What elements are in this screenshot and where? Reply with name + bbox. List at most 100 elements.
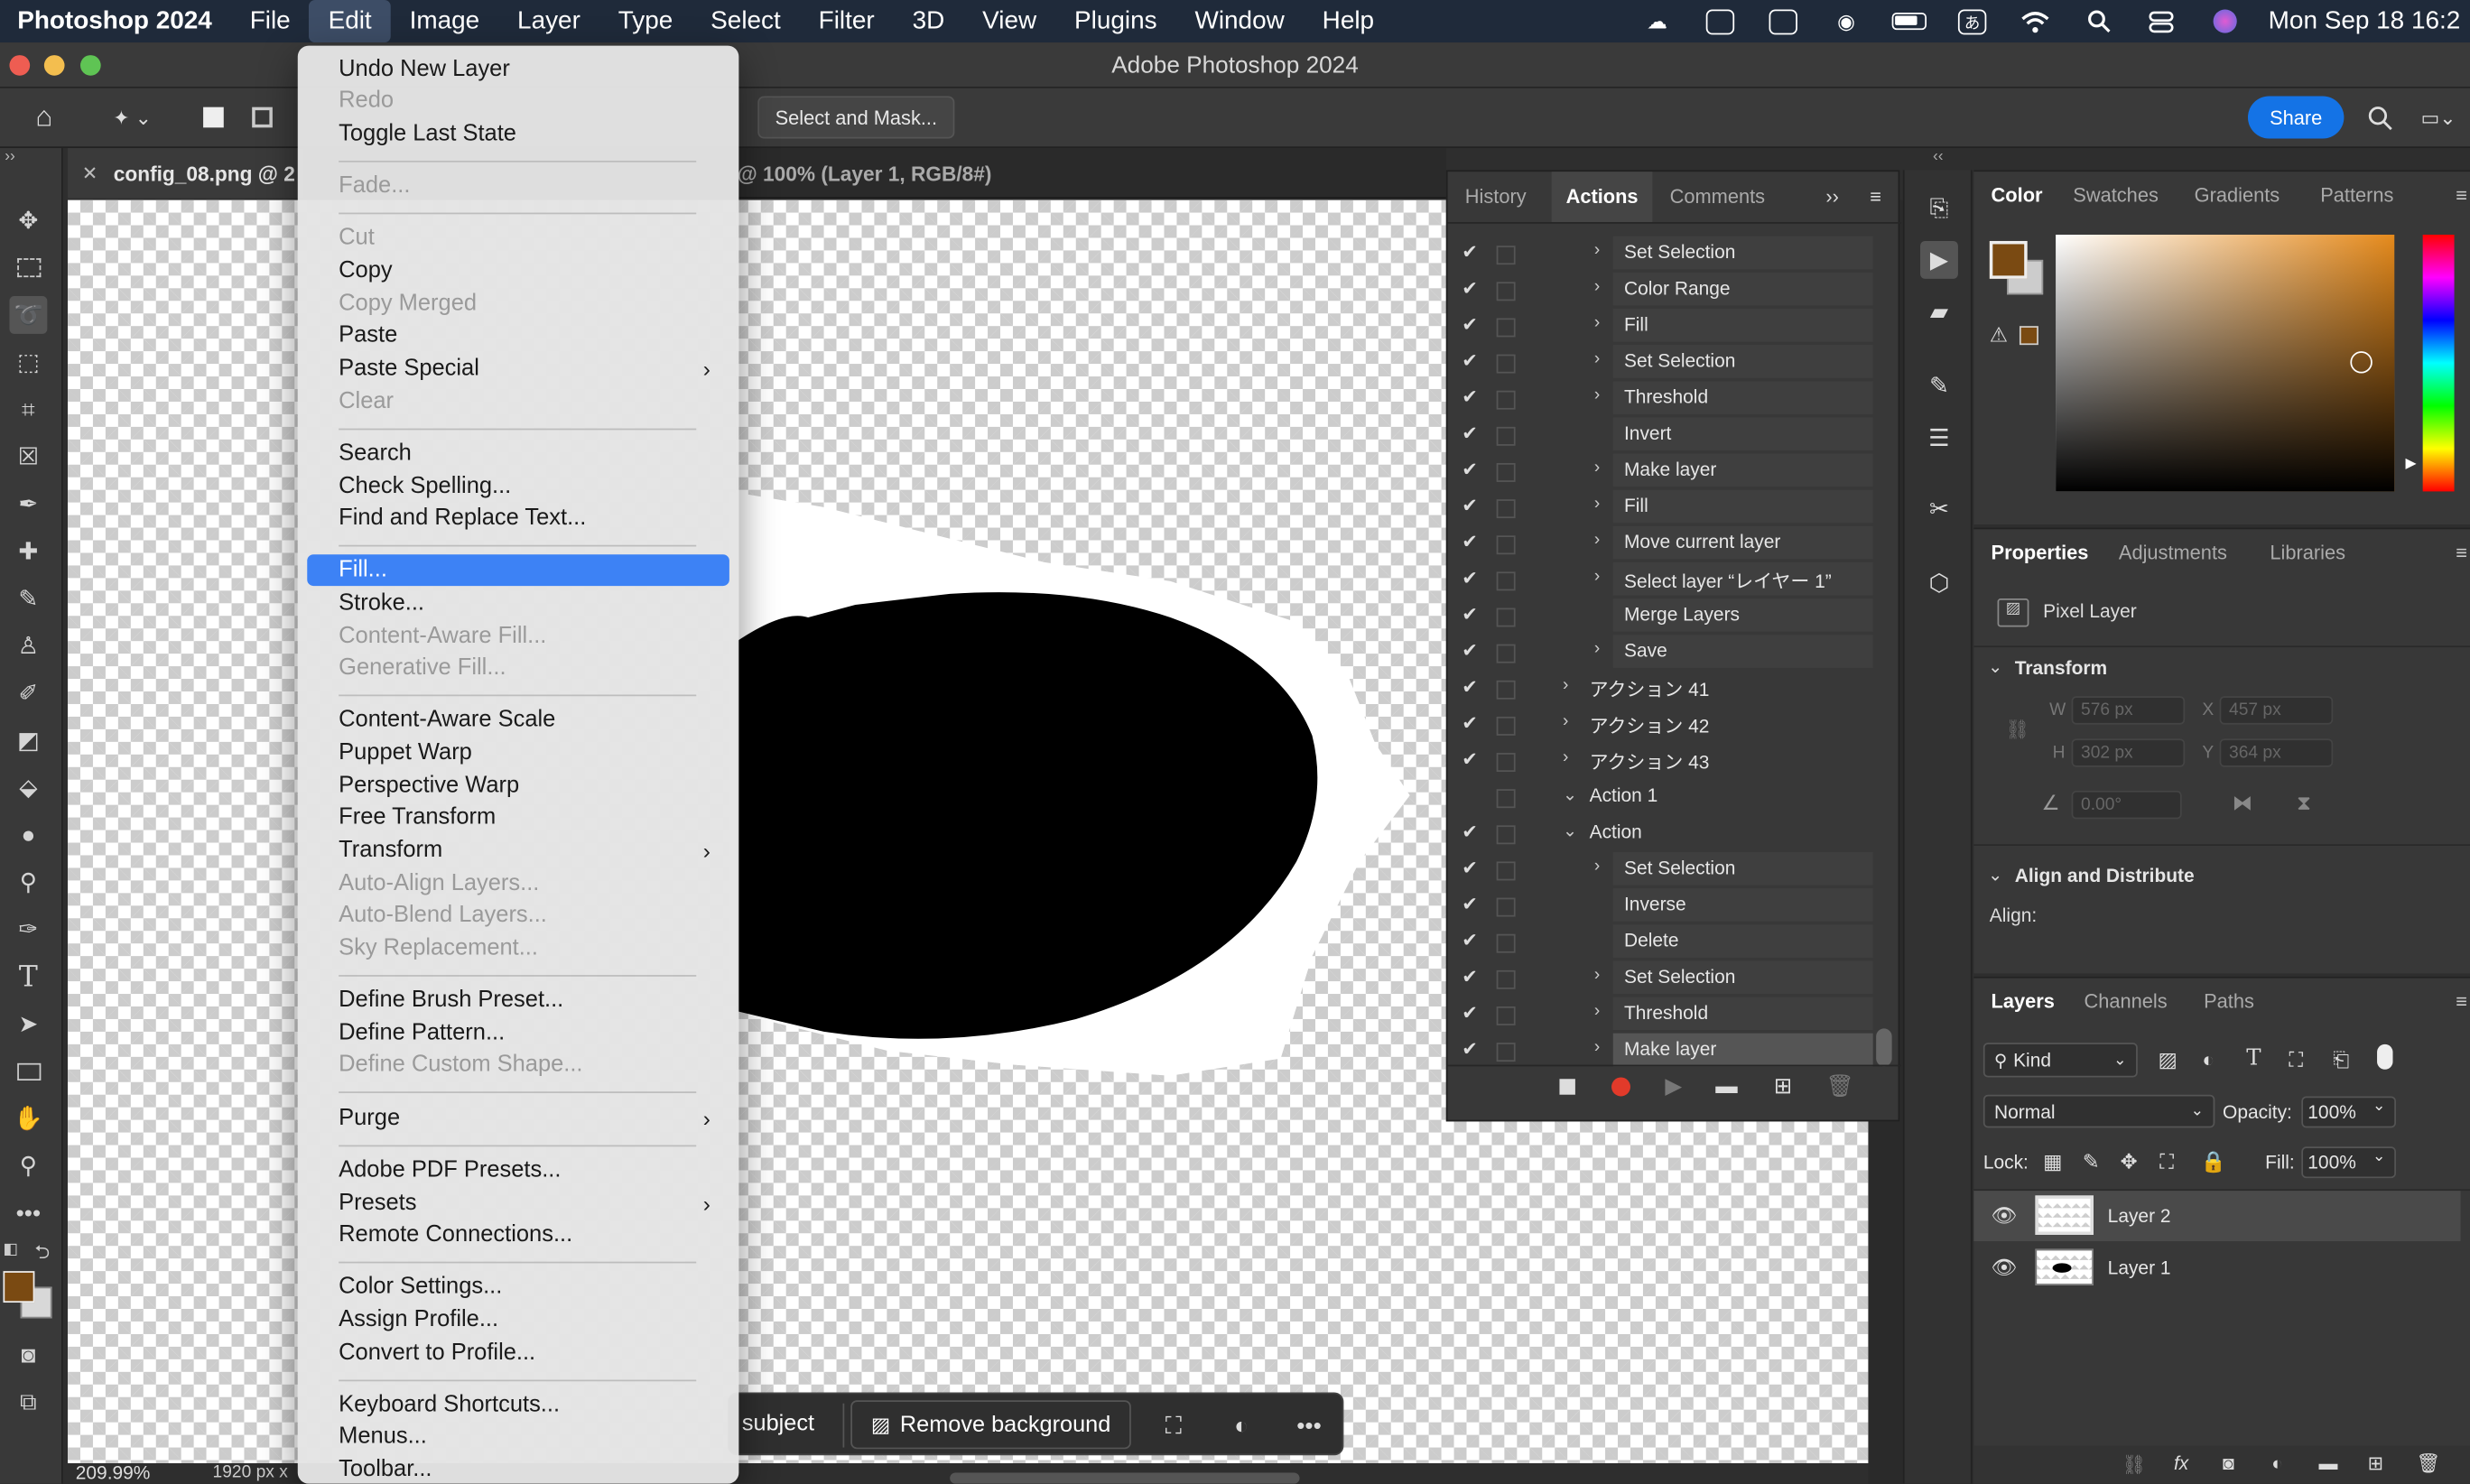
visibility-eye-icon[interactable]: 👁 bbox=[1992, 1256, 2018, 1281]
menu-view[interactable]: View bbox=[963, 0, 1055, 42]
panel-menu-icon[interactable]: ≡ bbox=[1870, 172, 1881, 222]
lock-transparent-icon[interactable]: ▦ bbox=[2043, 1150, 2062, 1175]
menu-file[interactable]: File bbox=[231, 0, 310, 42]
edit-menu-item[interactable]: Keyboard Shortcuts... bbox=[307, 1389, 729, 1421]
action-row[interactable]: ✔ › Select layer “レイヤー 1” bbox=[1448, 561, 1873, 598]
action-row[interactable]: ✔ › Move current layer bbox=[1448, 525, 1873, 562]
filter-type-icon[interactable]: T bbox=[2246, 1046, 2261, 1071]
edit-menu-item[interactable]: Define Pattern... bbox=[307, 1017, 729, 1049]
action-enabled-check-icon[interactable]: ✔ bbox=[1462, 639, 1483, 661]
battery-icon[interactable] bbox=[1891, 9, 1927, 34]
tools-strip-icon[interactable]: ✂ bbox=[1920, 490, 1958, 528]
dialog-toggle-box[interactable] bbox=[1496, 969, 1516, 989]
filter-toggle-icon[interactable] bbox=[2377, 1043, 2393, 1070]
color-picker-cursor[interactable] bbox=[2350, 351, 2372, 374]
panel-menu-icon[interactable]: ≡ bbox=[2456, 979, 2467, 1025]
action-enabled-check-icon[interactable]: ✔ bbox=[1462, 531, 1483, 552]
adjustment-icon[interactable]: ◐ bbox=[1222, 1406, 1260, 1444]
menu-image[interactable]: Image bbox=[391, 0, 498, 42]
x-field[interactable]: 457 px bbox=[2219, 696, 2334, 725]
tab-color[interactable]: Color bbox=[1992, 172, 2043, 218]
height-field[interactable]: 302 px bbox=[2071, 738, 2186, 767]
add-mask-icon[interactable]: ◙ bbox=[2223, 1452, 2234, 1474]
foreground-color-swatch[interactable] bbox=[3, 1271, 35, 1303]
dialog-toggle-box[interactable] bbox=[1496, 608, 1516, 627]
action-enabled-check-icon[interactable]: ✔ bbox=[1462, 821, 1483, 842]
action-enabled-check-icon[interactable]: ✔ bbox=[1462, 386, 1483, 408]
action-enabled-check-icon[interactable]: ✔ bbox=[1462, 277, 1483, 299]
history-brush-tool-icon[interactable]: ✐ bbox=[9, 674, 47, 712]
blur-tool-icon[interactable]: ● bbox=[9, 816, 47, 854]
dialog-toggle-box[interactable] bbox=[1496, 571, 1516, 591]
layer-name[interactable]: Layer 1 bbox=[2108, 1257, 2171, 1278]
edit-menu-item[interactable]: Toggle Last State bbox=[307, 118, 729, 150]
screen-share-icon[interactable] bbox=[1703, 8, 1737, 34]
action-enabled-check-icon[interactable]: ✔ bbox=[1462, 313, 1483, 335]
fx-icon[interactable]: fx bbox=[2174, 1452, 2188, 1474]
hue-slider[interactable] bbox=[2422, 234, 2455, 492]
eraser-tool-icon[interactable]: ◩ bbox=[9, 721, 47, 759]
edit-menu-item[interactable]: Define Brush Preset... bbox=[307, 985, 729, 1016]
select-and-mask-button[interactable]: Select and Mask... bbox=[757, 96, 955, 139]
expand-chevron-icon[interactable]: › bbox=[1594, 349, 1600, 368]
menubar-clock[interactable]: Mon Sep 18 16:2 bbox=[2269, 7, 2470, 35]
delete-layer-icon[interactable]: 🗑 bbox=[2417, 1452, 2441, 1474]
dialog-toggle-box[interactable] bbox=[1496, 680, 1516, 700]
comments-panel-icon[interactable]: ▰ bbox=[1920, 293, 1958, 331]
screen-mode-icon[interactable]: ⧉ bbox=[9, 1383, 47, 1421]
brush-settings-icon[interactable]: ✎ bbox=[1920, 367, 1958, 405]
dialog-toggle-box[interactable] bbox=[1496, 861, 1516, 881]
close-tab-icon[interactable]: ✕ bbox=[82, 162, 98, 184]
tab-libraries[interactable]: Libraries bbox=[2270, 529, 2345, 576]
edit-menu-item[interactable]: Paste Special › bbox=[307, 353, 729, 385]
layer-row-layer-2[interactable]: 👁 Layer 2 bbox=[1973, 1191, 2461, 1241]
action-enabled-check-icon[interactable]: ✔ bbox=[1462, 893, 1483, 914]
search-icon[interactable] bbox=[2363, 96, 2397, 138]
action-row[interactable]: ✔ Merge Layers bbox=[1448, 598, 1873, 635]
menu-3d[interactable]: 3D bbox=[894, 0, 964, 42]
expand-chevron-icon[interactable]: › bbox=[1563, 712, 1568, 731]
lock-image-icon[interactable]: ✎ bbox=[2083, 1150, 2100, 1175]
edit-menu-item[interactable]: Assign Profile... bbox=[307, 1304, 729, 1336]
dialog-toggle-box[interactable] bbox=[1496, 246, 1516, 265]
action-row[interactable]: ✔ › Fill bbox=[1448, 489, 1873, 526]
collapse-panels-icon[interactable]: ‹‹ bbox=[1933, 148, 1944, 165]
frame-tool-icon[interactable]: ☒ bbox=[9, 438, 47, 476]
creative-cloud-icon[interactable]: ☁ bbox=[1639, 9, 1674, 34]
action-row[interactable]: ✔ › Save bbox=[1448, 635, 1873, 671]
flip-vertical-icon[interactable]: ⧗ bbox=[2297, 791, 2311, 816]
expand-chevron-icon[interactable]: › bbox=[1594, 277, 1600, 296]
expand-chevron-icon[interactable]: ⌄ bbox=[1563, 784, 1577, 805]
edit-menu-item[interactable]: Transform › bbox=[307, 835, 729, 867]
expand-chevron-icon[interactable]: › bbox=[1563, 748, 1568, 767]
chevron-down-icon[interactable]: ⌄ bbox=[1988, 865, 2002, 886]
tab-history[interactable]: History bbox=[1465, 172, 1527, 222]
zoom-tool-icon[interactable]: ⚲ bbox=[9, 1146, 47, 1184]
collapse-toolbar-icon[interactable]: ›› bbox=[5, 148, 15, 165]
new-layer-icon[interactable]: ⊞ bbox=[2368, 1452, 2384, 1474]
action-enabled-check-icon[interactable]: ✔ bbox=[1462, 567, 1483, 589]
actions-panel-icon[interactable]: ▶ bbox=[1920, 240, 1958, 279]
brush-tool-icon[interactable]: ✎ bbox=[9, 580, 47, 617]
zoom-level[interactable]: 209.99% bbox=[76, 1462, 151, 1484]
dialog-toggle-box[interactable] bbox=[1496, 318, 1516, 338]
edit-menu-item[interactable]: Undo New Layer bbox=[307, 53, 729, 85]
document-size[interactable]: 1920 px x bbox=[213, 1463, 288, 1484]
input-method-icon[interactable]: あ bbox=[1955, 8, 1989, 34]
action-enabled-check-icon[interactable]: ✔ bbox=[1462, 1038, 1483, 1060]
action-row[interactable]: ✔ ⌄ Action bbox=[1448, 816, 1873, 852]
new-selection-icon[interactable] bbox=[195, 96, 229, 138]
app-name[interactable]: Photoshop 2024 bbox=[17, 7, 212, 35]
gamut-warning-icon[interactable]: ⚠ bbox=[1990, 323, 2008, 348]
action-row[interactable]: ✔ › Set Selection bbox=[1448, 960, 1873, 997]
edit-menu-item[interactable]: Toolbar... bbox=[307, 1454, 729, 1484]
dialog-toggle-box[interactable] bbox=[1496, 390, 1516, 410]
action-enabled-check-icon[interactable]: ✔ bbox=[1462, 676, 1483, 698]
dialog-toggle-box[interactable] bbox=[1496, 933, 1516, 953]
layer-name[interactable]: Layer 2 bbox=[2108, 1205, 2171, 1227]
control-center-icon[interactable] bbox=[2144, 9, 2178, 34]
remove-background-button[interactable]: ▨ Remove background bbox=[850, 1400, 1131, 1450]
dialog-toggle-box[interactable] bbox=[1496, 753, 1516, 773]
path-selection-tool-icon[interactable]: ➤ bbox=[9, 1005, 47, 1043]
tab-paths[interactable]: Paths bbox=[2204, 979, 2254, 1025]
